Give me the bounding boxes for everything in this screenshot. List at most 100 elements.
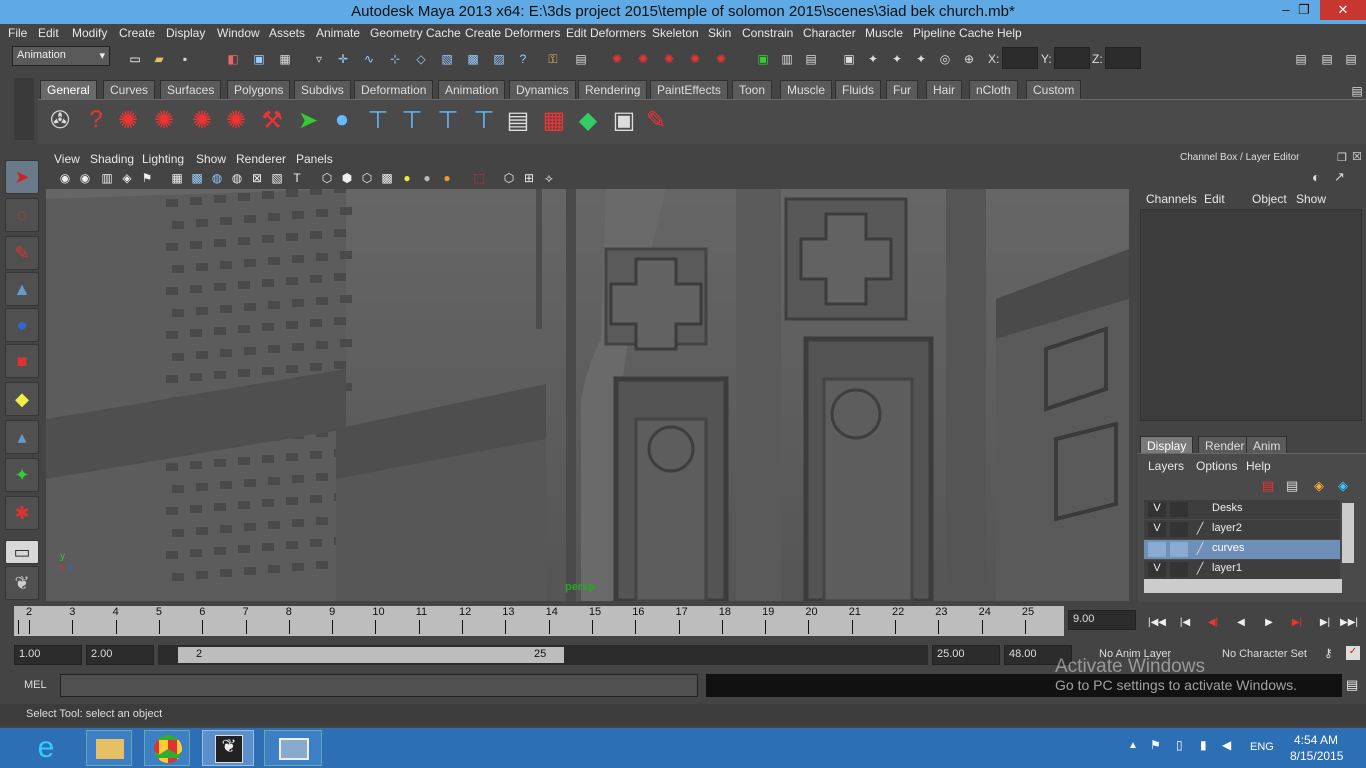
ipr-render-icon[interactable]: ▨ [488, 48, 510, 70]
lock-icon[interactable]: ⚿ [542, 48, 564, 70]
rotate-tool-shelf-icon[interactable]: ✺ [186, 104, 218, 136]
ipr-icon[interactable]: ✺ [632, 48, 654, 70]
attribute-editor-icon[interactable]: ▥ [776, 48, 798, 70]
xray-icon[interactable]: ⬢ [338, 169, 356, 187]
layer-display-type-toggle[interactable] [1170, 562, 1188, 577]
bookmark-icon[interactable]: ▥ [98, 169, 116, 187]
layer-color-swatch[interactable]: ╱ [1192, 522, 1208, 537]
new-layer-icon[interactable]: ▤ [1262, 478, 1274, 494]
layer-name[interactable]: Desks [1212, 502, 1243, 514]
shelf-tab-animation[interactable]: Animation [438, 80, 506, 99]
snap-plane-icon[interactable]: ◇ [410, 48, 432, 70]
shelf-tab-toon[interactable]: Toon [732, 80, 773, 99]
layer-hscrollbar[interactable] [1144, 579, 1342, 593]
camera-attr-icon[interactable]: ◉ [76, 169, 94, 187]
2d-pan-icon[interactable]: ⚑ [138, 169, 156, 187]
layer-color-swatch[interactable]: ╱ [1192, 562, 1208, 577]
menu-edit-deformers[interactable]: Edit Deformers [566, 26, 646, 40]
menu-help[interactable]: Help [997, 26, 1022, 40]
shelf-tab-fur[interactable]: Fur [886, 80, 918, 99]
default-lighting-icon[interactable]: ◍ [208, 169, 226, 187]
select-camera-icon[interactable]: ◉ [56, 169, 74, 187]
hud-icon[interactable]: ⬡ [500, 169, 518, 187]
film-reel-icon[interactable]: ✇ [44, 104, 76, 136]
playback-end-field[interactable]: 25.00 [932, 645, 1000, 665]
channel-menu-channels[interactable]: Channels [1146, 192, 1197, 206]
layer-scrollbar[interactable] [1342, 503, 1354, 563]
flat-lighting-icon[interactable]: ◍ [228, 169, 246, 187]
go-to-start-icon[interactable]: |◀◀ [1144, 611, 1170, 633]
layer-name[interactable]: curves [1212, 542, 1244, 554]
float-panel-icon[interactable]: ❐ [1337, 151, 1347, 164]
shelf-tab-surfaces[interactable]: Surfaces [160, 80, 222, 99]
photos-icon[interactable] [264, 730, 322, 766]
tool-settings-icon[interactable]: ▤ [800, 48, 822, 70]
light-icon-gold[interactable]: ● [438, 169, 456, 187]
maya-taskbar-icon[interactable]: ❦ [202, 730, 254, 766]
go-to-end-icon[interactable]: ▶▶| [1336, 611, 1362, 633]
layer-flatten-icon[interactable]: ◈ [1314, 478, 1324, 494]
y-input[interactable] [1054, 47, 1090, 69]
shelf-tab-painteffects[interactable]: PaintEffects [650, 80, 728, 99]
text-label-icon[interactable]: T [288, 169, 306, 187]
help-icon[interactable]: ? [512, 48, 534, 70]
hypershade-icon[interactable]: ✺ [684, 48, 706, 70]
script-icon[interactable]: ◎ [934, 48, 956, 70]
panel-menu-shading[interactable]: Shading [90, 152, 134, 166]
select-by-object-icon[interactable]: ▣ [248, 48, 270, 70]
step-back-key-icon[interactable]: ◀| [1200, 611, 1226, 633]
close-button[interactable]: ✕ [1320, 0, 1366, 20]
menu-edit[interactable]: Edit [38, 26, 59, 40]
preferences-icon[interactable]: ✓ [1346, 646, 1360, 660]
layer-display-type-toggle[interactable] [1170, 502, 1188, 517]
step-forward-key-icon[interactable]: ▶| [1284, 611, 1310, 633]
panel-menu-show[interactable]: Show [196, 152, 226, 166]
menu-muscle[interactable]: Muscle [865, 26, 903, 40]
select-tool-shelf-icon[interactable]: ✺ [112, 104, 144, 136]
layout-single-pane-button[interactable]: ▭ [5, 540, 39, 564]
paint-select-tool-button[interactable]: ✎ [5, 236, 39, 270]
panel-menu-renderer[interactable]: Renderer [236, 152, 286, 166]
soft-mod-shelf-icon[interactable]: ⚒ [256, 104, 288, 136]
clock-date[interactable]: 8/15/2015 [1290, 749, 1343, 763]
menu-skin[interactable]: Skin [708, 26, 731, 40]
camera-icon[interactable]: ▣ [838, 48, 860, 70]
input-output-icon[interactable]: ▤ [570, 48, 592, 70]
panel-layout-icon[interactable]: ✦ [910, 48, 932, 70]
range-slider-bar[interactable]: 2 25 [178, 647, 564, 663]
layer-menu-help[interactable]: Help [1246, 459, 1271, 473]
play-forward-icon[interactable]: ▶ [1256, 611, 1282, 633]
shelf-tab-polygons[interactable]: Polygons [227, 80, 291, 99]
menu-character[interactable]: Character [803, 26, 856, 40]
channel-box-toggle-icon[interactable]: ◐ [1312, 169, 1320, 185]
render-current-frame-icon[interactable]: ✺ [606, 48, 628, 70]
xray-joints-icon[interactable]: ⬡ [358, 169, 376, 187]
menu-create-deformers[interactable]: Create Deformers [465, 26, 560, 40]
panel-menu-lighting[interactable]: Lighting [142, 152, 184, 166]
shelf-tab-rendering[interactable]: Rendering [578, 80, 648, 99]
paint-shelf-icon[interactable]: ✎ [640, 104, 672, 136]
multi-view-icon[interactable]: ⟡ [540, 169, 558, 187]
close-panel-icon[interactable]: ☒ [1352, 150, 1362, 163]
outliner-button[interactable]: ❦ [5, 566, 39, 600]
current-frame-field[interactable]: 9.00 [1068, 610, 1136, 630]
restore-button[interactable]: ❐ [1288, 0, 1320, 20]
layer-menu-layers[interactable]: Layers [1148, 459, 1184, 473]
render-settings-icon[interactable]: ✺ [658, 48, 680, 70]
layer-row-layer1[interactable]: V ╱ layer1 [1144, 560, 1340, 579]
select-tool-button[interactable]: ➤ [5, 160, 39, 194]
script-editor-icon[interactable]: ▤ [1346, 677, 1358, 693]
wireframe-icon[interactable]: ▦ [168, 169, 186, 187]
menu-pipeline-cache[interactable]: Pipeline Cache [913, 26, 994, 40]
network-icon[interactable]: ▮ [1200, 738, 1207, 752]
bind-shelf-icon[interactable]: ⊤ [432, 104, 464, 136]
move-tool-shelf-icon[interactable]: ✺ [148, 104, 180, 136]
shelf-tab-curves[interactable]: Curves [103, 80, 156, 99]
curve-shelf-icon[interactable]: ➤ [292, 104, 324, 136]
file-explorer-icon[interactable] [86, 730, 132, 766]
selection-mask-icon[interactable]: ▿ [308, 48, 330, 70]
show-manipulator-button[interactable]: ✦ [5, 458, 39, 492]
ik-shelf-icon[interactable]: ⊤ [396, 104, 428, 136]
sphere-shelf-icon[interactable]: ● [326, 104, 358, 136]
menu-window[interactable]: Window [217, 26, 260, 40]
